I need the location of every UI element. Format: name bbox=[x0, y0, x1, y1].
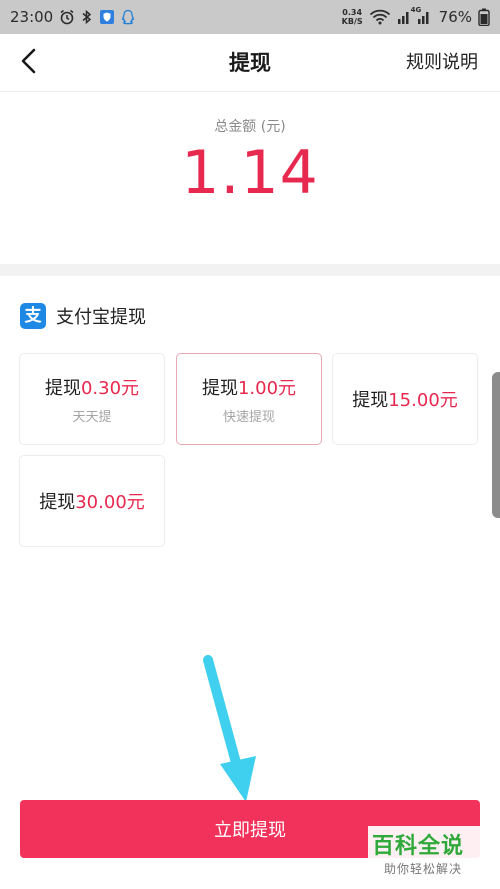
option-note: 快速提现 bbox=[222, 409, 275, 425]
option-amount: 0.30元 bbox=[80, 377, 140, 399]
option-prefix: 提现 bbox=[201, 377, 238, 399]
option-prefix: 提现 bbox=[44, 377, 81, 399]
status-right: 0.34 KB/S 4G 76% bbox=[342, 6, 490, 26]
withdraw-option[interactable]: 提现15.00元 bbox=[332, 353, 478, 445]
alipay-icon-glyph: 支 bbox=[24, 305, 42, 326]
annotation-arrow-icon bbox=[203, 655, 256, 802]
chevron-left-icon bbox=[19, 47, 39, 79]
option-main: 提现15.00元 bbox=[352, 386, 458, 412]
signal-4g-icon: 4G bbox=[411, 6, 433, 25]
balance-section: 总金额 (元) 1.14 bbox=[0, 92, 500, 264]
section-divider bbox=[0, 264, 500, 276]
back-button[interactable] bbox=[12, 46, 46, 80]
bluetooth-icon bbox=[81, 9, 93, 25]
status-left: 23:00 bbox=[10, 8, 135, 26]
method-title: 支付宝提现 bbox=[56, 307, 146, 328]
signal-4g-label: 4G bbox=[410, 6, 422, 14]
status-bar: 23:00 0.34 KB/S 4G 76% bbox=[0, 0, 500, 34]
signal-icon bbox=[397, 9, 411, 25]
battery-level: 76% bbox=[438, 8, 472, 26]
balance-value: 1.14 bbox=[181, 138, 319, 208]
network-speed-value: 0.34 bbox=[342, 8, 363, 17]
wifi-icon bbox=[369, 9, 391, 25]
battery-icon bbox=[478, 8, 490, 26]
option-amount: 1.00元 bbox=[237, 377, 297, 399]
rules-link[interactable]: 规则说明 bbox=[406, 34, 478, 92]
option-amount: 30.00元 bbox=[75, 492, 145, 513]
method-header: 支 支付宝提现 bbox=[20, 300, 146, 332]
option-main: 提现30.00元 bbox=[39, 488, 145, 514]
alarm-icon bbox=[59, 9, 75, 25]
watermark-title: 百科全说 bbox=[372, 834, 465, 859]
option-note: 天天提 bbox=[72, 409, 112, 425]
shield-icon bbox=[99, 9, 115, 25]
withdraw-option[interactable]: 提现30.00元 bbox=[19, 455, 165, 547]
withdraw-option[interactable]: 提现0.30元 天天提 bbox=[19, 353, 165, 445]
option-amount: 15.00元 bbox=[388, 390, 458, 411]
network-speed-unit: KB/S bbox=[341, 17, 363, 26]
watermark: 百科全说 助你轻松解决 bbox=[368, 826, 494, 884]
option-main: 提现0.30元 bbox=[45, 374, 139, 400]
network-speed: 0.34 KB/S bbox=[342, 8, 363, 26]
nav-bar: 提现 规则说明 bbox=[0, 34, 500, 92]
option-prefix: 提现 bbox=[352, 390, 389, 411]
edge-scroll-handle[interactable] bbox=[492, 372, 500, 518]
watermark-subtitle: 助你轻松解决 bbox=[384, 862, 463, 876]
option-prefix: 提现 bbox=[39, 492, 76, 513]
withdraw-option-selected[interactable]: 提现1.00元 快速提现 bbox=[176, 353, 322, 445]
status-time: 23:00 bbox=[10, 8, 54, 26]
qq-icon bbox=[121, 9, 135, 25]
alipay-icon: 支 bbox=[20, 303, 46, 329]
option-main: 提现1.00元 bbox=[202, 374, 296, 400]
balance-label: 总金额 (元) bbox=[214, 119, 286, 135]
